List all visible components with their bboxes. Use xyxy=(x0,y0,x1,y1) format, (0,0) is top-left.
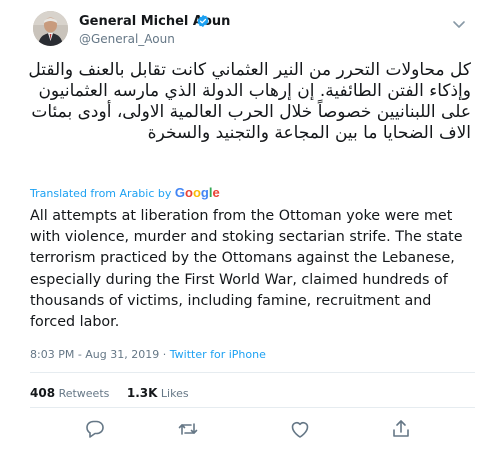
author-handle[interactable]: @General_Aoun xyxy=(79,32,175,46)
tweet-card: General Michel Aoun @General_Aoun كل محا… xyxy=(0,0,500,456)
chevron-down-icon[interactable] xyxy=(452,20,466,30)
likes-label: Likes xyxy=(160,387,189,400)
tweet-meta: 8:03 PM - Aug 31, 2019 · Twitter for iPh… xyxy=(30,348,266,361)
retweets-count: 408 xyxy=(30,386,56,400)
reply-icon[interactable] xyxy=(83,417,107,441)
google-letter: o xyxy=(185,185,193,200)
tweet-text-english: All attempts at liberation from the Otto… xyxy=(30,208,463,331)
meta-separator: · xyxy=(159,348,170,361)
divider xyxy=(30,372,475,373)
engagement-stats: 408 Retweets 1.3K Likes xyxy=(30,386,189,400)
retweet-icon[interactable] xyxy=(176,417,200,441)
translation-attribution[interactable]: Translated from Arabic by Google xyxy=(30,185,220,200)
likes-stat[interactable]: 1.3K Likes xyxy=(126,386,189,400)
retweets-label: Retweets xyxy=(58,387,110,400)
tweet-source[interactable]: Twitter for iPhone xyxy=(170,348,266,361)
verified-icon xyxy=(197,14,209,28)
google-letter: G xyxy=(174,185,186,200)
avatar[interactable] xyxy=(33,11,68,46)
like-icon[interactable] xyxy=(288,417,312,441)
likes-count: 1.3K xyxy=(126,386,158,400)
retweets-stat[interactable]: 408 Retweets xyxy=(30,386,110,400)
google-letter: e xyxy=(212,185,220,200)
google-letter: o xyxy=(192,185,201,200)
google-letter: g xyxy=(200,185,209,200)
action-bar xyxy=(0,417,500,443)
tweet-text-arabic: كل محاولات التحرر من النير العثماني كانت… xyxy=(28,60,471,143)
divider xyxy=(30,407,475,408)
translated-label: Translated from Arabic by xyxy=(30,187,172,200)
share-icon[interactable] xyxy=(389,417,413,441)
tweet-timestamp[interactable]: 8:03 PM - Aug 31, 2019 xyxy=(30,348,159,361)
google-logo: Google xyxy=(175,185,220,200)
